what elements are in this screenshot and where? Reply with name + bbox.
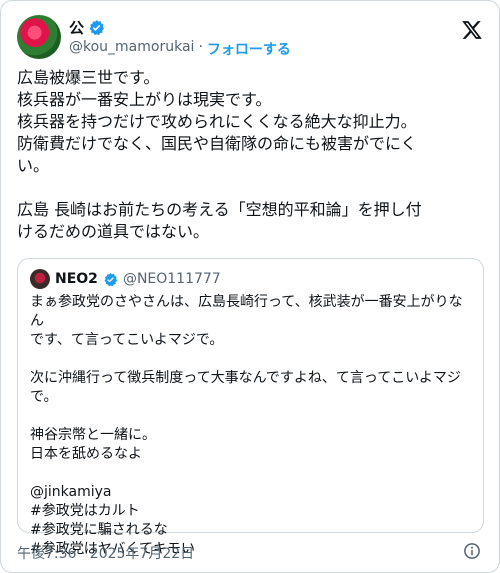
follow-button[interactable]: フォローする bbox=[207, 39, 291, 59]
verified-badge-icon bbox=[89, 19, 105, 35]
author-avatar[interactable] bbox=[17, 15, 61, 59]
tweet-header: 公 @kou_mamorukai · フォローする bbox=[17, 15, 483, 63]
tweet-timestamp[interactable]: 午後7:36 · 2025年7月22日 bbox=[17, 543, 194, 563]
info-icon[interactable] bbox=[463, 542, 481, 560]
x-logo-icon[interactable] bbox=[461, 19, 483, 41]
separator-dot: · bbox=[198, 39, 203, 55]
author-handle[interactable]: @kou_mamorukai bbox=[69, 39, 194, 59]
tweet-card: 公 @kou_mamorukai · フォローする 広島被爆三世です。 核兵器が… bbox=[0, 0, 500, 573]
quoted-author-name: NEO2 bbox=[55, 271, 98, 287]
quoted-tweet-text: まぁ参政党のさやさんは、広島長崎行って、核武装が一番安上がりなん です、て言って… bbox=[30, 294, 463, 557]
quoted-tweet-header: NEO2 @NEO111777 bbox=[30, 269, 221, 289]
author-handle-row: @kou_mamorukai · フォローする bbox=[69, 39, 291, 59]
quoted-tweet[interactable]: NEO2 @NEO111777 まぁ参政党のさやさんは、広島長崎行って、核武装が… bbox=[17, 258, 484, 557]
author-name-row: 公 bbox=[69, 17, 105, 37]
quoted-author-avatar bbox=[30, 269, 50, 289]
quoted-author-handle: @NEO111777 bbox=[122, 271, 221, 287]
verified-badge-icon bbox=[104, 272, 118, 286]
author-display-name[interactable]: 公 bbox=[69, 17, 84, 38]
tweet-text: 広島被爆三世です。 核兵器が一番安上がりは現実です。 核兵器を持つだけで攻められ… bbox=[17, 68, 422, 241]
